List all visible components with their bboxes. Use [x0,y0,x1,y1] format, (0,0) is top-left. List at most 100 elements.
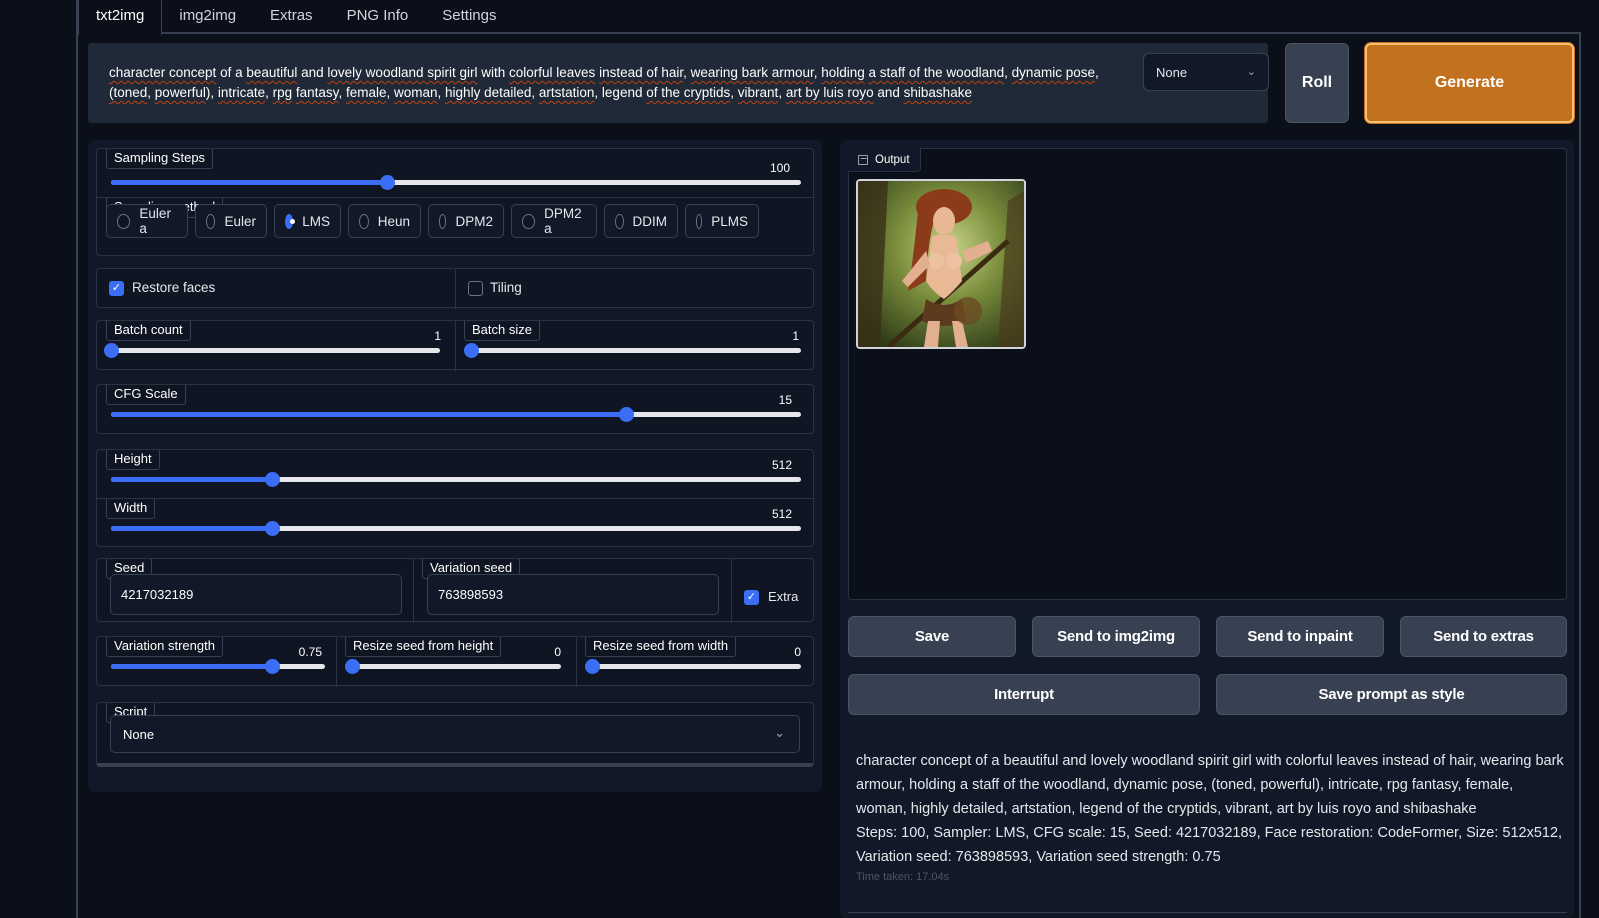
save-button[interactable]: Save [848,616,1016,657]
radio-dot [206,213,216,229]
save-prompt-as-style-button[interactable]: Save prompt as style [1216,674,1567,715]
tab-txt2img[interactable]: txt2img [78,0,163,36]
script-select[interactable]: None ⌄ [110,715,800,753]
prompt-word: beautiful [246,65,298,80]
script-select-value: None [123,727,155,742]
slider-thumb[interactable] [104,343,119,358]
prompt-word: art by luis royo [785,85,874,100]
resize-seed-width-value: 0 [794,645,801,659]
cfg-scale-label: CFG Scale [106,385,186,405]
resize-seed-width-slider[interactable] [585,659,801,674]
slider-thumb[interactable] [264,659,280,674]
send-to-inpaint-button[interactable]: Send to inpaint [1216,616,1384,657]
divider [455,269,456,309]
resize-seed-width-label: Resize seed from width [585,637,737,657]
height-label: Height [106,450,160,470]
radio-heun[interactable]: Heun [348,204,421,238]
radio-label: DPM2 [455,213,493,229]
width-value: 512 [771,507,792,521]
divider [413,559,414,623]
seed-group: Seed 4217032189 Variation seed 763898593 [96,558,814,623]
generation-info: character concept of a beautiful and lov… [856,749,1566,885]
radio-dot [117,213,131,229]
slider-thumb[interactable] [464,343,479,358]
slider-thumb[interactable] [380,175,395,190]
radio-label: Heun [377,213,410,229]
style-select-value: None [1156,65,1188,80]
generate-button[interactable]: Generate [1365,43,1574,123]
extra-checkbox[interactable]: ✓ [744,590,759,605]
tab-settings[interactable]: Settings [425,0,513,34]
batch-size-slider[interactable] [464,343,801,358]
prompt-word: of the cryptids [646,85,731,100]
prompt-word: powerful [154,85,206,100]
dimensions-group: Height 512 Width 512 [96,449,815,547]
tiling-label: Tiling [490,280,522,295]
generated-image [858,181,1024,347]
slider-thumb[interactable] [264,521,280,536]
variation-seed-input[interactable]: 763898593 [427,574,719,615]
variation-strength-label: Variation strength [106,637,223,657]
prompt-word: rpg [272,85,293,100]
sampling-group: Sampling Steps 100 Sampling method [96,148,815,256]
radio-dot [522,213,536,229]
prompt-word: instead of hair [599,65,684,80]
resize-seed-height-slider[interactable] [345,659,561,674]
chevron-down-icon: ⌄ [1246,66,1256,78]
interrupt-button[interactable]: Interrupt [848,674,1200,715]
send-to-extras-button[interactable]: Send to extras [1400,616,1567,657]
prompt-word: female [345,85,387,100]
send-to-img2img-button[interactable]: Send to img2img [1032,616,1200,657]
radio-plms[interactable]: PLMS [685,204,759,238]
cfg-scale-slider[interactable] [111,407,801,422]
cfg-scale-value: 15 [778,393,792,407]
prompt-word: holding [821,65,865,80]
height-value: 512 [771,458,792,472]
tiling-checkbox[interactable] [468,281,483,296]
radio-label: PLMS [711,213,748,229]
height-slider[interactable] [111,472,801,487]
width-label: Width [106,499,156,519]
radio-dot [696,213,703,229]
divider [848,912,1567,913]
tab-bar: txt2img img2img Extras PNG Info Settings [78,0,1581,36]
tab-img2img[interactable]: img2img [162,0,253,34]
slider-thumb[interactable] [345,659,360,674]
prompt-word: a staff of the woodland [868,65,1005,80]
seed-input[interactable]: 4217032189 [110,574,402,615]
radio-euler[interactable]: Euler [195,204,267,238]
divider [731,559,732,623]
slider-thumb[interactable] [619,407,635,422]
sampling-steps-label: Sampling Steps [106,149,214,169]
variation-group: Variation strength 0.75 Resize seed from… [96,636,814,687]
prompt-word: fantasy [295,85,339,100]
sampling-steps-slider[interactable] [111,175,801,190]
radio-dot [285,213,296,229]
restore-faces-label: Restore faces [132,280,216,295]
radio-dpm2[interactable]: DPM2 [428,204,504,238]
radio-lms[interactable]: LMS [274,204,341,238]
batch-count-slider[interactable] [104,343,440,358]
variation-strength-slider[interactable] [111,659,325,674]
left-border [76,0,78,918]
slider-thumb[interactable] [264,472,280,487]
width-slider[interactable] [111,521,801,536]
radio-dot [359,213,369,229]
radio-ddim[interactable]: DDIM [604,204,678,238]
prompt-word: wearing bark armour [690,65,814,80]
variation-strength-value: 0.75 [298,645,322,659]
radio-label: LMS [302,213,330,229]
restore-faces-checkbox[interactable]: ✓ [109,281,124,296]
script-group: Script None ⌄ [96,702,814,767]
slider-fill [111,180,387,185]
style-select[interactable]: None ⌄ [1143,53,1269,91]
roll-button[interactable]: Roll [1285,43,1349,123]
tab-extras[interactable]: Extras [253,0,330,34]
radio-dpm2-a[interactable]: DPM2 a [511,204,597,238]
tab-png-info[interactable]: PNG Info [330,0,426,34]
radio-euler-a[interactable]: Euler a [106,204,188,238]
output-image-thumbnail[interactable] [856,179,1026,349]
prompt-textarea[interactable]: character concept of a beautiful and lov… [88,43,1269,123]
output-label-text: Output [875,153,910,166]
slider-thumb[interactable] [585,659,600,674]
